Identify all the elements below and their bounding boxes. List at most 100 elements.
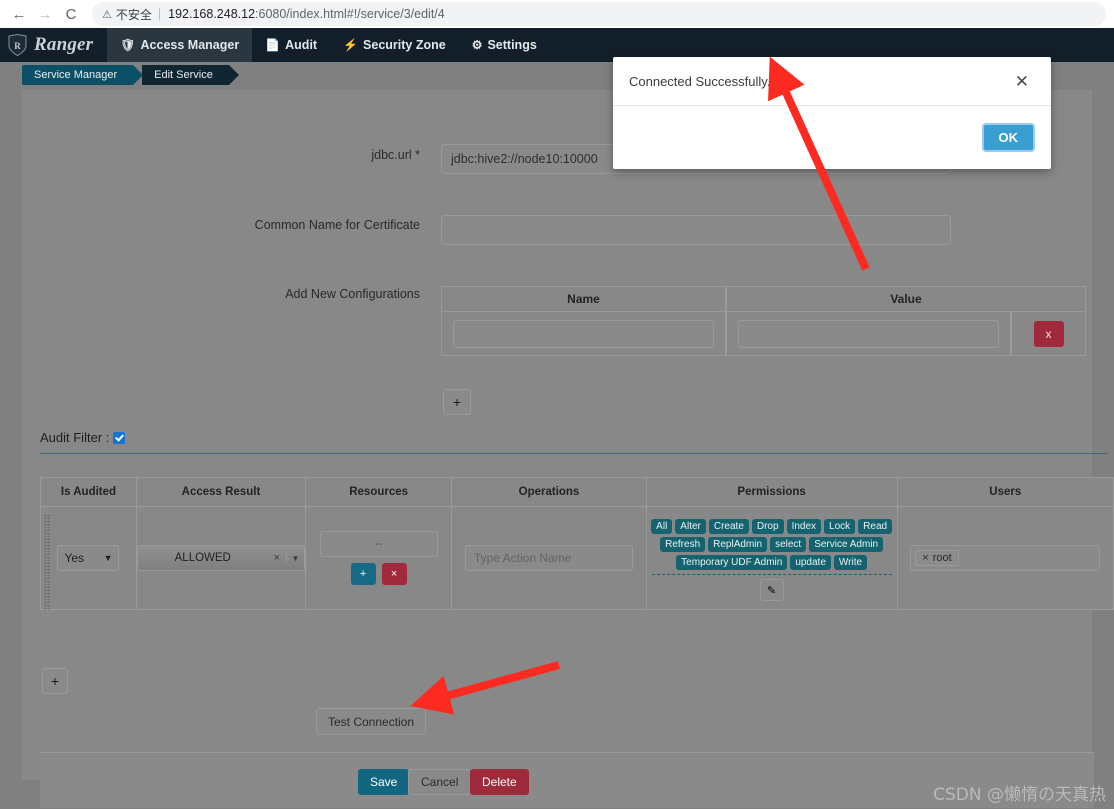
nav-audit[interactable]: 📄 Audit (252, 28, 330, 62)
connection-result-modal: Connected Successfully. ✕ OK (613, 57, 1051, 169)
ranger-shield-icon: R (8, 33, 27, 57)
app-root: ← → C ⚠ 不安全 | 192.168.248.12:6080/index.… (0, 0, 1114, 809)
add-configuration-button[interactable]: + (443, 389, 471, 415)
permission-badge[interactable]: Refresh (660, 537, 706, 552)
address-bar[interactable]: ⚠ 不安全 | 192.168.248.12:6080/index.html#!… (92, 2, 1106, 26)
chevron-down-icon[interactable]: ▼ (285, 553, 304, 563)
breadcrumb-service-manager-label: Service Manager (34, 69, 118, 81)
audit-filter-label: Audit Filter : (40, 430, 110, 445)
clear-icon[interactable]: × (268, 552, 286, 564)
breadcrumb-edit-service[interactable]: Edit Service (142, 65, 239, 85)
audit-filter-checkbox[interactable] (113, 431, 126, 444)
operations-input[interactable]: Type Action Name (464, 545, 633, 571)
audit-table-header-row: Is Audited Access Result Resources Opera… (40, 477, 1114, 507)
th-users: Users (896, 477, 1114, 507)
bolt-icon: ⚡ (343, 38, 359, 52)
breadcrumb: Service Manager Edit Service (22, 65, 239, 85)
resources-actions: + × (350, 563, 407, 585)
nav-settings[interactable]: ⚙ Settings (459, 28, 550, 62)
common-name-label: Common Name for Certificate (254, 218, 420, 232)
is-audited-value: Yes (64, 551, 85, 565)
cell-permissions: All Alter Create Drop Index Lock Read Refresh Re… (645, 506, 898, 610)
permissions-edit-button[interactable]: ✎ (759, 579, 784, 601)
th-operations: Operations (451, 477, 647, 507)
svg-text:R: R (14, 41, 21, 51)
audit-filter-table: Is Audited Access Result Resources Opera… (40, 477, 1114, 610)
permission-badge[interactable]: update (790, 555, 831, 570)
nav-security-zone-label: Security Zone (363, 38, 446, 52)
configurations-header-value: Value (726, 286, 1086, 312)
permission-badge[interactable]: Index (786, 519, 822, 534)
add-audit-filter-row-button[interactable]: + (42, 668, 68, 694)
cell-operations: Type Action Name (451, 506, 647, 610)
file-icon: 📄 (265, 38, 281, 52)
watermark: CSDN @懒惰の天真热 (933, 785, 1106, 805)
back-arrow-icon[interactable]: ← (6, 1, 32, 27)
security-label: 不安全 (115, 7, 152, 22)
shield-icon: 🛡 (120, 38, 136, 52)
resource-add-button[interactable]: + (350, 563, 376, 585)
is-audited-select[interactable]: Yes ▼ (57, 545, 120, 571)
nav-access-manager-label: Access Manager (140, 38, 240, 52)
common-name-input[interactable] (441, 215, 951, 245)
user-tag[interactable]: × root (915, 550, 959, 566)
jdbc-url-label: jdbc.url * (371, 148, 420, 162)
resources-input[interactable]: -- (319, 531, 438, 557)
permission-badge[interactable]: Read (858, 519, 893, 534)
permission-badge[interactable]: Temporary UDF Admin (676, 555, 788, 570)
configurations-row: x (441, 312, 1086, 356)
edit-service-panel (22, 90, 1092, 780)
reload-icon[interactable]: C (58, 1, 84, 27)
permission-badge-list: All Alter Create Drop Index Lock Read Refresh Re… (647, 515, 897, 570)
config-name-input[interactable] (453, 319, 714, 348)
access-result-select[interactable]: ALLOWED × ▼ (136, 545, 305, 571)
permission-badge[interactable]: Service Admin (809, 537, 884, 552)
nav-security-zone[interactable]: ⚡ Security Zone (330, 28, 459, 62)
ranger-logo[interactable]: R Ranger (0, 28, 107, 62)
close-icon[interactable]: ✕ (1009, 72, 1035, 91)
nav-settings-label: Settings (487, 38, 537, 52)
permission-badge[interactable]: Lock (824, 519, 856, 534)
permission-badge[interactable]: Alter (675, 519, 706, 534)
config-remove-button[interactable]: x (1033, 320, 1064, 347)
cancel-button[interactable]: Cancel (408, 769, 472, 795)
permission-badge[interactable]: Write (833, 555, 868, 570)
cell-access-result: ALLOWED × ▼ (135, 506, 306, 610)
gear-icon: ⚙ (471, 38, 483, 52)
permission-badge[interactable]: Drop (751, 519, 784, 534)
breadcrumb-service-manager[interactable]: Service Manager (22, 65, 144, 85)
add-new-configurations-label: Add New Configurations (285, 287, 420, 301)
config-name-cell (441, 312, 726, 356)
cell-is-audited: Yes ▼ (40, 506, 137, 610)
th-permissions: Permissions (645, 477, 898, 507)
permission-badge[interactable]: Create (708, 519, 749, 534)
user-tag-label: root (932, 552, 952, 564)
ok-button[interactable]: OK (981, 122, 1035, 152)
row-drag-handle[interactable] (44, 514, 51, 611)
modal-message: Connected Successfully. (629, 73, 771, 89)
forward-arrow-icon[interactable]: → (32, 1, 58, 27)
th-access-result: Access Result (135, 477, 306, 507)
permissions-wrap: All Alter Create Drop Index Lock Read Refresh Re… (647, 515, 897, 601)
config-value-cell (726, 312, 1011, 356)
test-connection-button[interactable]: Test Connection (316, 708, 427, 735)
resource-remove-button[interactable]: × (381, 563, 407, 585)
configurations-header-row: Name Value (441, 286, 1086, 312)
users-input[interactable]: × root (910, 545, 1101, 571)
permission-badge[interactable]: ReplAdmin (708, 537, 768, 552)
config-value-input[interactable] (738, 319, 999, 348)
permission-badge[interactable]: select (770, 537, 807, 552)
modal-footer: OK (613, 106, 1051, 168)
audit-filter-divider (40, 453, 1108, 454)
users-wrap: × root (898, 545, 1113, 571)
resources-wrap: -- + × (306, 531, 451, 585)
nav-access-manager[interactable]: 🛡 Access Manager (107, 28, 253, 62)
save-button[interactable]: Save (358, 769, 410, 795)
permission-badge[interactable]: All (651, 519, 673, 534)
delete-button[interactable]: Delete (470, 769, 529, 795)
pencil-icon: ✎ (767, 584, 777, 597)
user-remove-icon[interactable]: × (922, 552, 928, 564)
chevron-down-icon: ▼ (103, 553, 113, 563)
th-resources: Resources (304, 477, 453, 507)
config-remove-cell: x (1011, 312, 1086, 356)
